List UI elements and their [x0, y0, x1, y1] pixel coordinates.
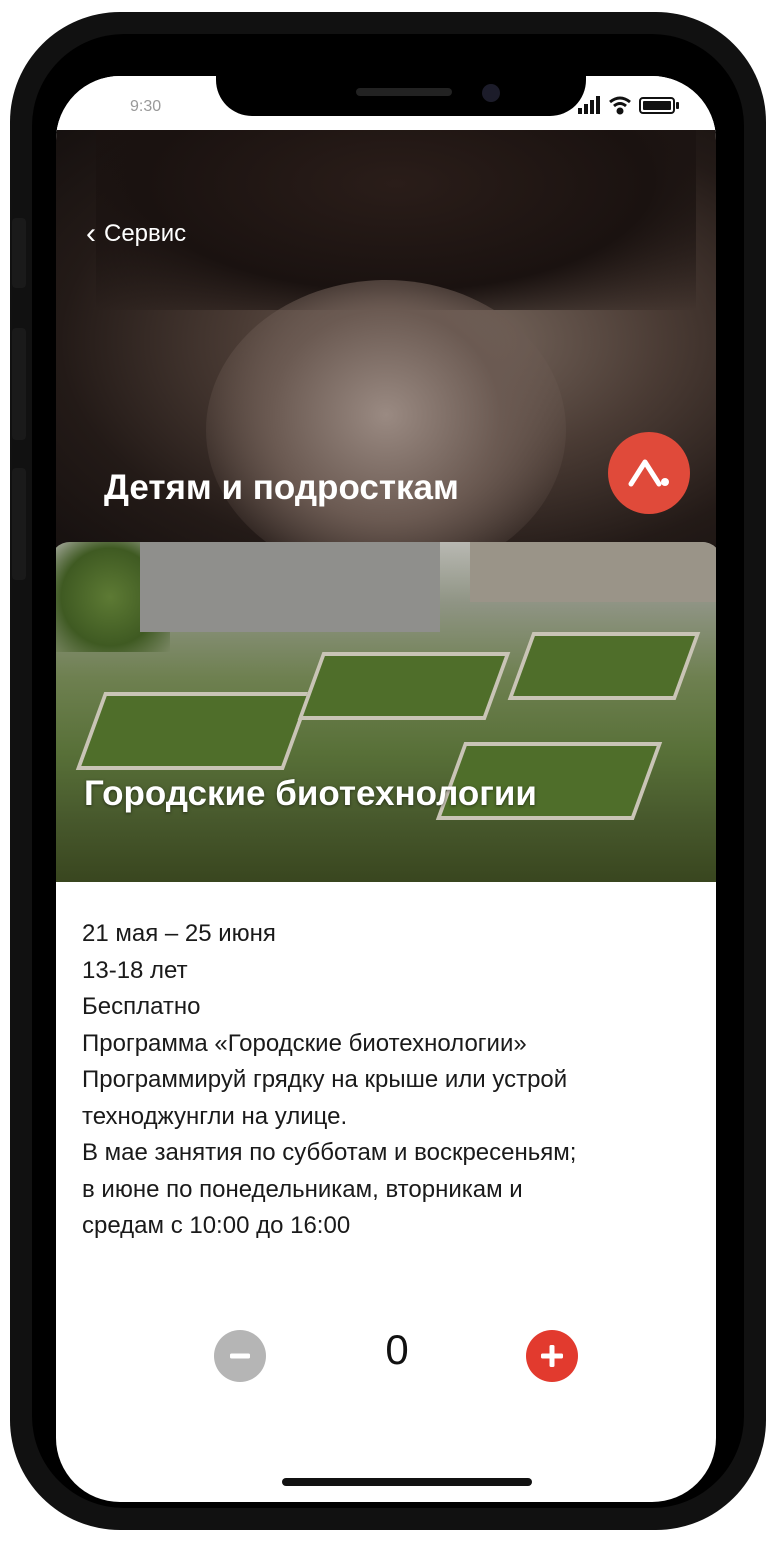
- decrement-button[interactable]: [214, 1330, 266, 1382]
- wifi-icon: [609, 96, 631, 115]
- detail-description: техноджунгли на улице.: [82, 1102, 348, 1130]
- card-image-building: [140, 542, 440, 632]
- battery-icon: [639, 97, 679, 114]
- quantity-stepper: 0: [56, 1326, 716, 1406]
- status-icons: [578, 96, 679, 115]
- detail-dates: 21 мая – 25 июня: [82, 920, 276, 947]
- speaker-grille: [356, 88, 452, 96]
- program-card[interactable]: Городские биотехнологии: [56, 542, 716, 882]
- card-image-garden-bed: [297, 652, 511, 720]
- increment-button[interactable]: [526, 1330, 578, 1382]
- signal-icon: [578, 96, 600, 114]
- detail-schedule: в июне по понедельникам, вторникам и: [82, 1175, 523, 1203]
- status-time: 9:30: [130, 98, 162, 115]
- card-image-garden-bed: [75, 692, 313, 770]
- page-title: Детям и подросткам: [104, 468, 459, 507]
- quantity-value: 0: [385, 1326, 409, 1373]
- back-label: Сервис: [104, 220, 187, 247]
- brand-logo-icon[interactable]: [608, 432, 690, 514]
- logo-glyph: [628, 459, 669, 487]
- hero-face-shape: [206, 280, 566, 580]
- chevron-left-icon: ‹: [86, 217, 96, 250]
- detail-schedule: средам с 10:00 до 16:00: [82, 1212, 351, 1239]
- side-button-mute: [12, 218, 26, 288]
- program-details: 21 мая – 25 июня 13-18 лет Бесплатно Про…: [82, 916, 702, 1245]
- side-button-volume-down: [12, 468, 26, 580]
- minus-icon: [230, 1353, 250, 1359]
- detail-description: Программируй грядку на крыше или устрой: [82, 1066, 568, 1093]
- side-button-volume-up: [12, 328, 26, 440]
- notch: [216, 76, 586, 116]
- card-image-garden-bed: [507, 632, 701, 700]
- detail-price: Бесплатно: [82, 993, 201, 1020]
- home-indicator[interactable]: [282, 1478, 532, 1486]
- screen: 9:30 ‹ Сервис Детям и подросткам Городск…: [56, 76, 716, 1502]
- card-image-building-2: [470, 542, 716, 602]
- detail-age: 13-18 лет: [82, 956, 188, 984]
- detail-program-name: Программа «Городские биотехнологии»: [82, 1029, 527, 1057]
- plus-icon: [541, 1345, 563, 1367]
- detail-schedule: В мае занятия по субботам и воскресеньям…: [82, 1139, 577, 1166]
- back-button[interactable]: ‹ Сервис: [86, 217, 187, 250]
- front-camera: [482, 84, 500, 102]
- status-bar: 9:30: [56, 76, 716, 132]
- card-title: Городские биотехнологии: [84, 774, 537, 813]
